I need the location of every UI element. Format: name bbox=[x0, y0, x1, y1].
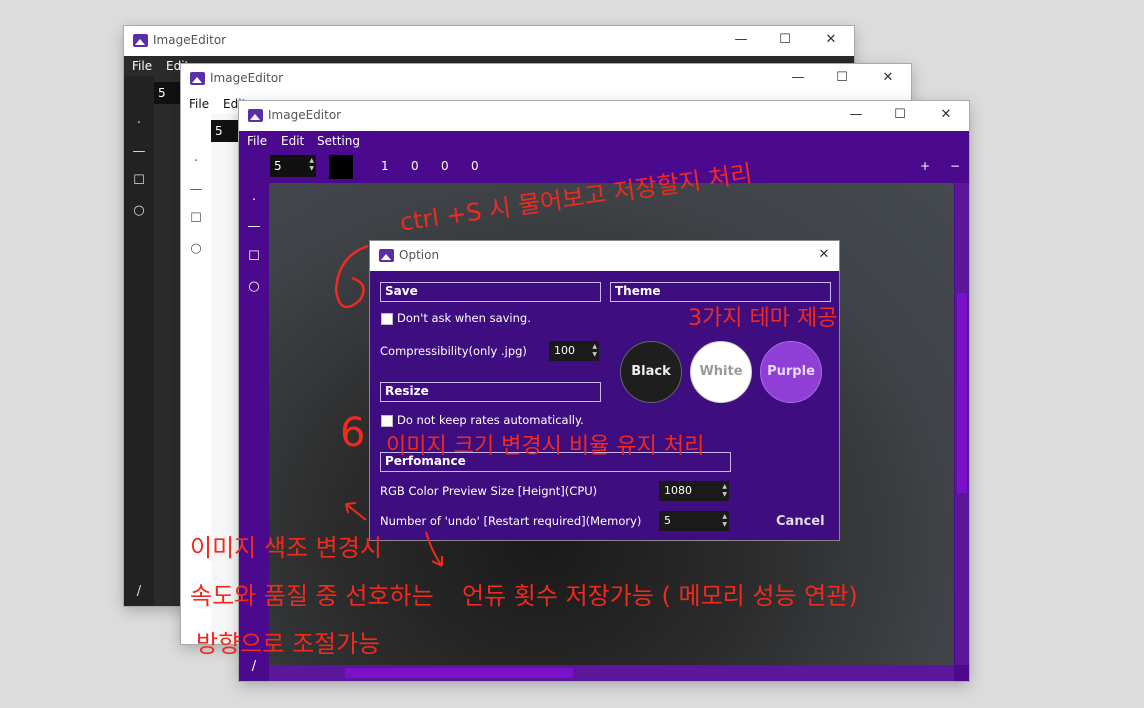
vertical-scrollbar[interactable] bbox=[955, 183, 969, 665]
title-bar: ImageEditor — ☐ ✕ bbox=[181, 64, 911, 94]
annotation-preview-2: 속도와 품질 중 선호하는 bbox=[190, 582, 434, 610]
rect-tool-icon[interactable]: ☐ bbox=[131, 173, 147, 188]
rgb-preview-input[interactable]: 1080 ▲ ▼ bbox=[659, 481, 729, 501]
toolbar-value-4: 0 bbox=[471, 159, 479, 173]
line-tool-icon[interactable]: — bbox=[131, 144, 147, 159]
app-icon bbox=[248, 109, 263, 122]
theme-white-button[interactable]: White bbox=[690, 341, 752, 403]
zoom-out-button[interactable]: − bbox=[950, 159, 960, 173]
save-section-header: Save bbox=[380, 282, 601, 302]
ellipse-tool-icon[interactable]: ○ bbox=[246, 279, 262, 294]
close-icon[interactable]: ✕ bbox=[878, 70, 898, 86]
line-tool-icon[interactable]: — bbox=[188, 182, 204, 197]
annotation-preview-1: 이미지 색조 변경시 bbox=[190, 534, 382, 562]
resize-section-header: Resize bbox=[380, 382, 601, 402]
option-dialog: Option ✕ Save Theme Don't ask when savin… bbox=[370, 241, 839, 540]
close-icon[interactable]: ✕ bbox=[821, 32, 841, 48]
annotation-six: 6 bbox=[340, 410, 366, 456]
app-icon bbox=[133, 34, 148, 47]
spin-arrows-icon[interactable]: ▲ ▼ bbox=[722, 483, 727, 499]
zoom-in-button[interactable]: + bbox=[920, 159, 930, 173]
annotation-undo: 언듀 횟수 저장가능 ( 메모리 성능 연관) bbox=[462, 582, 858, 610]
close-icon[interactable]: ✕ bbox=[814, 247, 834, 263]
close-icon[interactable]: ✕ bbox=[936, 107, 956, 123]
toolbar-value-1: 1 bbox=[381, 159, 389, 173]
annotation-themes: 3가지 테마 제공 bbox=[688, 306, 838, 331]
dot-tool-icon[interactable]: · bbox=[188, 154, 204, 169]
menu-setting[interactable]: Setting bbox=[317, 134, 360, 148]
toolbar-value-2: 0 bbox=[411, 159, 419, 173]
dont-ask-label: Don't ask when saving. bbox=[397, 311, 531, 325]
menu-file[interactable]: File bbox=[132, 59, 152, 73]
spin-arrows-icon[interactable]: ▲ ▼ bbox=[722, 513, 727, 529]
dialog-title-bar: Option ✕ bbox=[370, 241, 839, 271]
undo-count-label: Number of 'undo' [Restart required](Memo… bbox=[380, 514, 642, 528]
window-title: ImageEditor bbox=[153, 33, 227, 47]
title-bar: ImageEditor — ☐ ✕ bbox=[124, 26, 854, 56]
pen-tool-icon[interactable]: / bbox=[131, 584, 147, 599]
ellipse-tool-icon[interactable]: ○ bbox=[131, 203, 147, 218]
dialog-title: Option bbox=[399, 248, 440, 262]
annotation-preview-3: 방향으로 조절가능 bbox=[196, 630, 381, 658]
brush-size-input[interactable]: 5 ▲ ▼ bbox=[270, 155, 316, 177]
app-icon bbox=[379, 249, 394, 262]
rect-tool-icon[interactable]: ☐ bbox=[188, 211, 204, 226]
minimize-icon[interactable]: — bbox=[788, 70, 808, 86]
title-bar: ImageEditor — ☐ ✕ bbox=[239, 101, 969, 131]
menu-file[interactable]: File bbox=[247, 134, 267, 148]
dont-ask-checkbox[interactable] bbox=[381, 313, 393, 325]
compress-input[interactable]: 100 ▲ ▼ bbox=[549, 341, 599, 361]
horizontal-scrollbar[interactable] bbox=[269, 665, 954, 681]
toolbar-value-3: 0 bbox=[441, 159, 449, 173]
dot-tool-icon[interactable]: · bbox=[131, 116, 147, 131]
undo-count-input[interactable]: 5 ▲ ▼ bbox=[659, 511, 729, 531]
keep-rates-label: Do not keep rates automatically. bbox=[397, 413, 584, 427]
tool-sidebar: · — ☐ ○ / bbox=[181, 114, 211, 644]
cancel-button[interactable]: Cancel bbox=[776, 514, 825, 529]
menu-bar: File Edit Setting bbox=[239, 131, 969, 151]
theme-section-header: Theme bbox=[610, 282, 831, 302]
keep-rates-checkbox[interactable] bbox=[381, 415, 393, 427]
rgb-preview-label: RGB Color Preview Size [Heignt](CPU) bbox=[380, 484, 598, 498]
app-icon bbox=[190, 72, 205, 85]
spin-arrows-icon[interactable]: ▲ ▼ bbox=[309, 157, 314, 173]
rect-tool-icon[interactable]: ☐ bbox=[246, 249, 262, 264]
scroll-thumb[interactable] bbox=[345, 668, 573, 678]
maximize-icon[interactable]: ☐ bbox=[775, 32, 795, 48]
scroll-thumb[interactable] bbox=[957, 293, 967, 493]
minimize-icon[interactable]: — bbox=[731, 32, 751, 48]
menu-edit[interactable]: Edit bbox=[281, 134, 304, 148]
minimize-icon[interactable]: — bbox=[846, 107, 866, 123]
pen-tool-icon[interactable]: / bbox=[246, 659, 262, 674]
menu-file[interactable]: File bbox=[189, 97, 209, 111]
brush-size-input[interactable]: 5 bbox=[154, 82, 182, 104]
window-title: ImageEditor bbox=[268, 108, 342, 122]
annotation-resize: 이미지 크기 변경시 비율 유지 처리 bbox=[386, 434, 705, 459]
window-title: ImageEditor bbox=[210, 71, 284, 85]
ellipse-tool-icon[interactable]: ○ bbox=[188, 241, 204, 256]
dot-tool-icon[interactable]: · bbox=[246, 193, 262, 208]
maximize-icon[interactable]: ☐ bbox=[890, 107, 910, 123]
line-tool-icon[interactable]: — bbox=[246, 219, 262, 234]
spin-arrows-icon[interactable]: ▲ ▼ bbox=[592, 343, 597, 359]
maximize-icon[interactable]: ☐ bbox=[832, 70, 852, 86]
color-swatch[interactable] bbox=[329, 155, 353, 179]
brush-size-input[interactable]: 5 bbox=[211, 120, 239, 142]
theme-black-button[interactable]: Black bbox=[620, 341, 682, 403]
compress-label: Compressibility(only .jpg) bbox=[380, 344, 527, 358]
tool-sidebar: · — ☐ ○ / bbox=[124, 76, 154, 606]
theme-purple-button[interactable]: Purple bbox=[760, 341, 822, 403]
